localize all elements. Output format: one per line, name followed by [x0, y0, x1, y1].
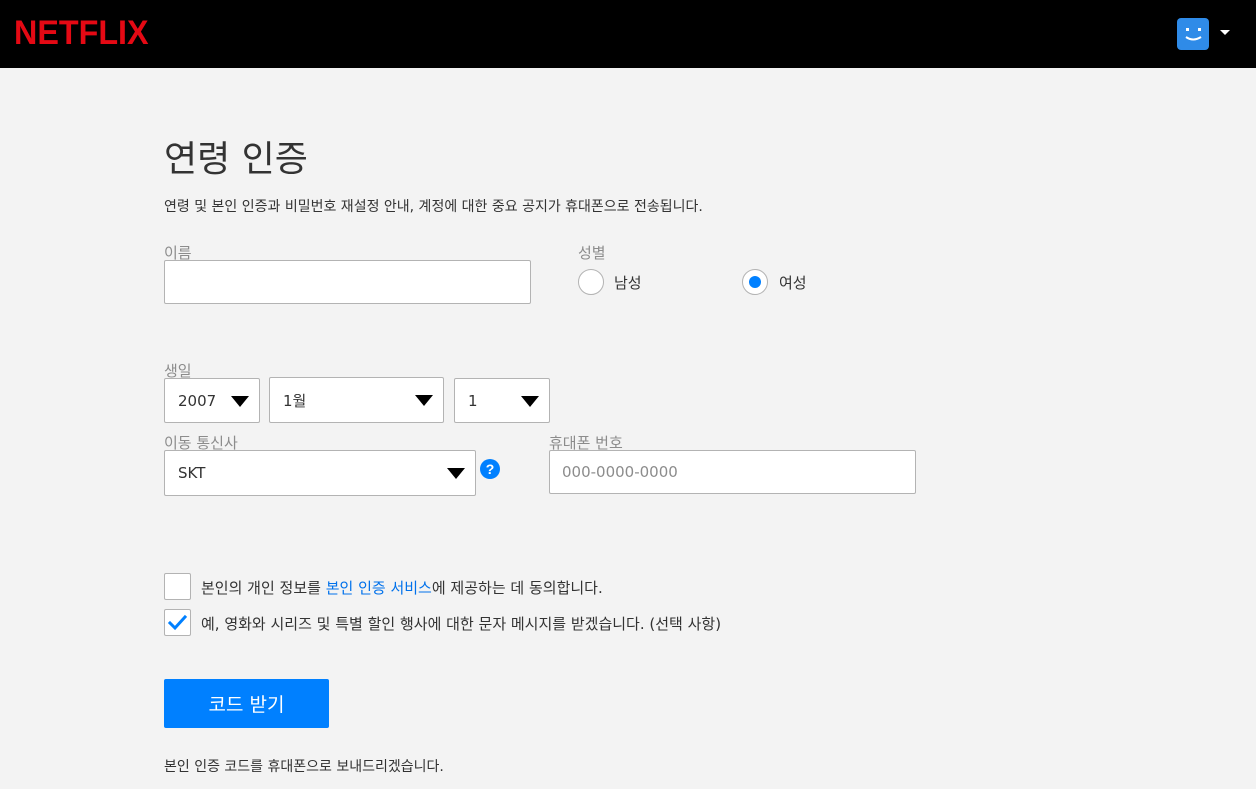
- radio-selected-dot: [749, 276, 761, 288]
- page-description: 연령 및 본인 인증과 비밀번호 재설정 안내, 계정에 대한 중요 공지가 휴…: [164, 199, 703, 215]
- get-code-button[interactable]: 코드 받기: [164, 679, 329, 728]
- phone-input[interactable]: 000-0000-0000: [549, 450, 916, 494]
- help-icon[interactable]: ?: [480, 459, 500, 479]
- checkmark-icon: [167, 614, 188, 631]
- birth-year-select[interactable]: 2007: [164, 378, 260, 423]
- dropdown-arrow-icon: [521, 395, 539, 407]
- birth-day-select[interactable]: 1: [454, 378, 550, 423]
- sms-checkbox[interactable]: [164, 609, 191, 636]
- sms-text: 예, 영화와 시리즈 및 특별 할인 행사에 대한 문자 메시지를 받겠습니다.…: [201, 615, 722, 633]
- identity-service-link[interactable]: 본인 인증 서비스: [326, 579, 432, 597]
- dropdown-arrow-icon: [415, 395, 433, 406]
- birth-month-value: 1월: [283, 391, 307, 410]
- dropdown-arrow-icon: [447, 468, 465, 479]
- consent-text-after: 에 제공하는 데 동의합니다.: [431, 579, 603, 597]
- profile-avatar[interactable]: [1177, 18, 1209, 50]
- profile-caret-icon[interactable]: [1220, 30, 1230, 35]
- gender-female-radio[interactable]: [742, 269, 768, 295]
- birth-month-select[interactable]: 1월: [269, 377, 444, 423]
- carrier-value: SKT: [178, 464, 206, 482]
- netflix-logo[interactable]: NETFLIX: [14, 14, 149, 53]
- gender-male-radio[interactable]: [578, 269, 604, 295]
- carrier-select[interactable]: SKT: [164, 450, 476, 496]
- gender-male-label: 남성: [614, 274, 642, 292]
- consent-text-before: 본인의 개인 정보를: [201, 579, 326, 597]
- consent-text: 본인의 개인 정보를 본인 인증 서비스에 제공하는 데 동의합니다.: [201, 577, 603, 598]
- footnote-text: 본인 인증 코드를 휴대폰으로 보내드리겠습니다.: [164, 759, 444, 775]
- page-title: 연령 인증: [164, 139, 308, 180]
- gender-label: 성별: [578, 244, 606, 262]
- smiley-icon: [1185, 28, 1202, 41]
- consent-checkbox[interactable]: [164, 573, 191, 600]
- dropdown-arrow-icon: [231, 395, 249, 407]
- gender-female-label: 여성: [779, 274, 807, 292]
- top-header: NETFLIX: [0, 0, 1256, 68]
- name-input[interactable]: [164, 260, 531, 304]
- birth-day-value: 1: [468, 391, 478, 410]
- birth-year-value: 2007: [178, 391, 217, 410]
